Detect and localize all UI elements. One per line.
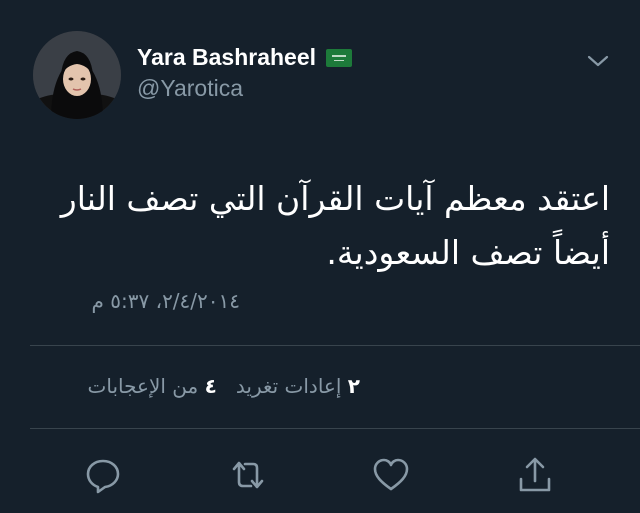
share-icon <box>519 457 551 492</box>
engagement-stats: ٢ إعادات تغريد ٤ من الإعجابات <box>30 374 360 398</box>
reply-button[interactable] <box>83 455 123 495</box>
likes-label[interactable]: من الإعجابات <box>88 374 199 398</box>
saudi-flag-icon <box>326 48 353 67</box>
avatar[interactable] <box>33 31 121 119</box>
profile-photo <box>33 31 121 119</box>
retweets-label[interactable]: إعادات تغريد <box>236 374 342 398</box>
tweet-timestamp[interactable]: ٢/٤/٢٠١٤، ٥:٣٧ م <box>30 289 240 313</box>
chevron-down-icon[interactable] <box>586 52 610 70</box>
user-name[interactable]: Yara Bashraheel <box>137 44 316 71</box>
divider <box>30 428 640 429</box>
likes-count[interactable]: ٤ <box>205 374 217 398</box>
retweets-count[interactable]: ٢ <box>348 374 360 398</box>
user-name-row: Yara Bashraheel <box>137 44 353 71</box>
heart-icon <box>373 458 409 491</box>
like-button[interactable] <box>371 455 411 495</box>
tweet-text: اعتقد معظم آيات القرآن التي تصف النار أي… <box>40 172 610 280</box>
reply-icon <box>86 459 120 494</box>
tweet-line: أيضاً تصف السعودية. <box>326 233 610 272</box>
share-button[interactable] <box>515 455 555 495</box>
tweet-line: اعتقد معظم آيات القرآن التي تصف النار <box>60 179 610 218</box>
retweet-button[interactable] <box>228 455 268 495</box>
user-handle[interactable]: @Yarotica <box>137 75 243 102</box>
tweet-actions <box>0 455 640 501</box>
divider <box>30 345 640 346</box>
retweet-icon <box>232 461 264 489</box>
